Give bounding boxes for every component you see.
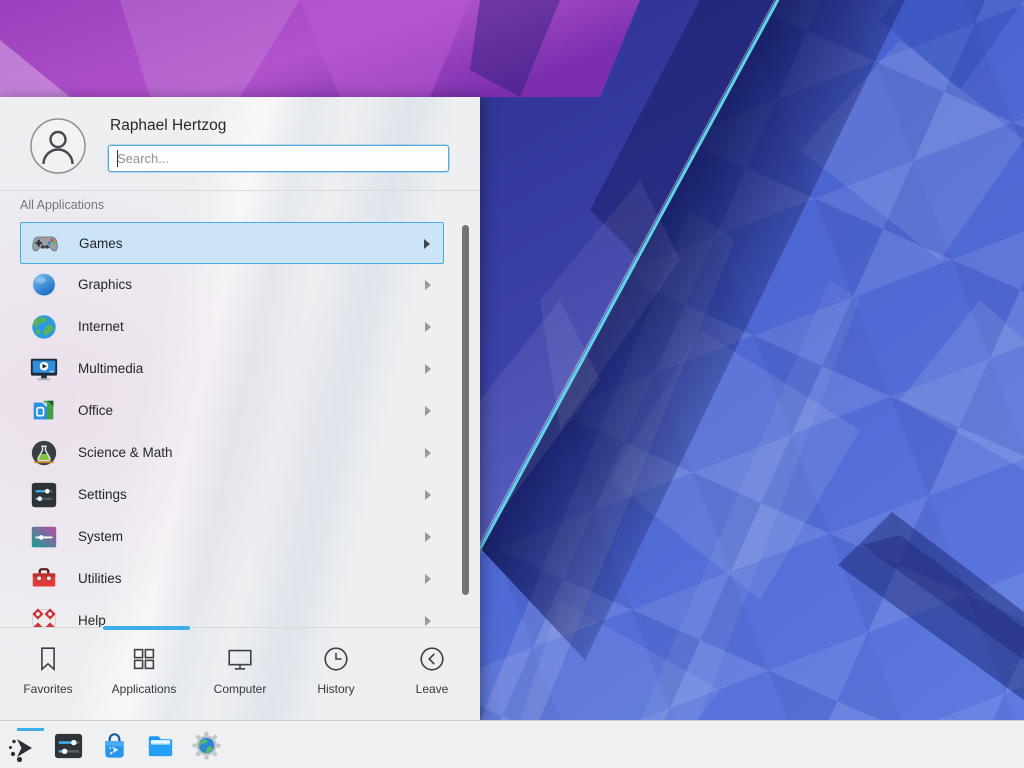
category-help[interactable]: Help bbox=[20, 600, 444, 627]
tab-label: History bbox=[317, 682, 354, 696]
user-name: Raphael Hertzog bbox=[110, 117, 226, 135]
lifebuoy-icon bbox=[29, 606, 59, 627]
tab-label: Favorites bbox=[23, 682, 72, 696]
header-separator bbox=[0, 190, 480, 191]
taskbar-panel: ES 7:03 PM 4/24/21 bbox=[0, 720, 1024, 768]
submenu-arrow-icon bbox=[425, 406, 431, 416]
submenu-arrow-icon bbox=[425, 280, 431, 290]
category-system[interactable]: System bbox=[20, 516, 444, 558]
discover-icon bbox=[99, 730, 130, 761]
desktop: Raphael Hertzog All Applications Games bbox=[0, 0, 1024, 768]
tab-label: Computer bbox=[214, 682, 267, 696]
tab-leave[interactable]: Leave bbox=[384, 628, 480, 720]
submenu-arrow-icon bbox=[424, 239, 430, 249]
grid-icon bbox=[129, 644, 159, 674]
category-label: Games bbox=[79, 223, 123, 265]
sliders-icon bbox=[29, 480, 59, 510]
category-label: Office bbox=[78, 390, 113, 432]
task-system-settings[interactable] bbox=[51, 728, 87, 764]
category-label: System bbox=[78, 516, 123, 558]
category-label: Internet bbox=[78, 306, 124, 348]
konqueror-icon bbox=[191, 730, 222, 761]
application-launcher-button[interactable] bbox=[3, 728, 39, 764]
category-internet[interactable]: Internet bbox=[20, 306, 444, 348]
category-label: Science & Math bbox=[78, 432, 173, 474]
category-games[interactable]: Games bbox=[20, 222, 444, 264]
category-settings[interactable]: Settings bbox=[20, 474, 444, 516]
category-label: Utilities bbox=[78, 558, 122, 600]
multimedia-icon bbox=[29, 354, 59, 384]
scrollbar-thumb[interactable] bbox=[462, 225, 469, 595]
sphere-icon bbox=[29, 270, 59, 300]
active-tab-indicator bbox=[103, 626, 190, 630]
user-avatar-icon[interactable] bbox=[30, 118, 86, 174]
tab-label: Leave bbox=[416, 682, 449, 696]
menu-tab-bar: Favorites Applications Computer bbox=[0, 627, 480, 720]
gamepad-icon bbox=[30, 229, 60, 259]
toolbox-icon bbox=[29, 564, 59, 594]
category-office[interactable]: Office bbox=[20, 390, 444, 432]
flask-icon bbox=[29, 438, 59, 468]
globe-icon bbox=[29, 312, 59, 342]
application-launcher-menu: Raphael Hertzog All Applications Games bbox=[0, 97, 480, 720]
category-label: Settings bbox=[78, 474, 127, 516]
menu-header: Raphael Hertzog bbox=[0, 97, 480, 190]
section-label: All Applications bbox=[20, 198, 104, 212]
kde-launcher-icon bbox=[6, 732, 38, 764]
text-cursor bbox=[117, 150, 118, 167]
category-list: Games Graphics bbox=[0, 218, 480, 627]
category-label: Graphics bbox=[78, 264, 132, 306]
submenu-arrow-icon bbox=[425, 322, 431, 332]
submenu-arrow-icon bbox=[425, 616, 431, 626]
category-graphics[interactable]: Graphics bbox=[20, 264, 444, 306]
category-multimedia[interactable]: Multimedia bbox=[20, 348, 444, 390]
tab-label: Applications bbox=[112, 682, 177, 696]
tab-applications[interactable]: Applications bbox=[96, 628, 192, 720]
submenu-arrow-icon bbox=[425, 364, 431, 374]
category-utilities[interactable]: Utilities bbox=[20, 558, 444, 600]
documents-icon bbox=[29, 396, 59, 426]
category-science-math[interactable]: Science & Math bbox=[20, 432, 444, 474]
clock-icon bbox=[321, 644, 351, 674]
tab-history[interactable]: History bbox=[288, 628, 384, 720]
submenu-arrow-icon bbox=[425, 532, 431, 542]
task-file-manager[interactable] bbox=[143, 728, 179, 764]
active-task-indicator bbox=[17, 728, 44, 731]
submenu-arrow-icon bbox=[425, 490, 431, 500]
category-label: Multimedia bbox=[78, 348, 143, 390]
tab-favorites[interactable]: Favorites bbox=[0, 628, 96, 720]
bookmark-icon bbox=[33, 644, 63, 674]
folder-icon bbox=[145, 730, 176, 761]
task-discover[interactable] bbox=[97, 728, 133, 764]
submenu-arrow-icon bbox=[425, 448, 431, 458]
submenu-arrow-icon bbox=[425, 574, 431, 584]
tab-computer[interactable]: Computer bbox=[192, 628, 288, 720]
task-web-browser[interactable] bbox=[189, 728, 225, 764]
system-icon bbox=[29, 522, 59, 552]
back-circle-icon bbox=[417, 644, 447, 674]
system-settings-icon bbox=[53, 730, 84, 761]
category-label: Help bbox=[78, 600, 106, 627]
monitor-icon bbox=[225, 644, 255, 674]
search-input[interactable] bbox=[108, 145, 449, 172]
